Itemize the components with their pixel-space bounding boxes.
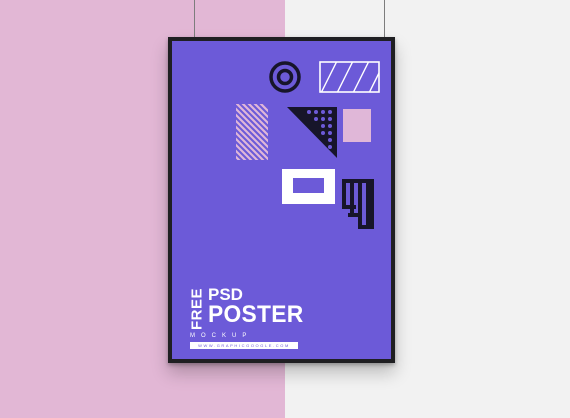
hollow-rectangle-icon xyxy=(282,169,335,204)
striped-rectangle-icon xyxy=(319,61,380,93)
pink-square-icon xyxy=(343,109,371,142)
concentric-circle-icon xyxy=(269,61,301,93)
poster: FREE PSD POSTER MOCKUP WWW.GRAPHICGOOGLE… xyxy=(172,41,391,359)
free-label: FREE xyxy=(188,287,206,331)
poster-title: POSTER xyxy=(208,301,304,328)
striped-bracket-icon xyxy=(342,179,374,229)
hanging-wire-left xyxy=(194,0,195,40)
website-url: WWW.GRAPHICGOOGLE.COM xyxy=(190,342,298,349)
mockup-subtitle: MOCKUP xyxy=(190,333,253,339)
dotted-triangle-icon xyxy=(287,107,337,158)
poster-frame: FREE PSD POSTER MOCKUP WWW.GRAPHICGOOGLE… xyxy=(168,37,395,363)
striped-tile-icon xyxy=(236,104,268,160)
hanging-wire-right xyxy=(384,0,385,40)
